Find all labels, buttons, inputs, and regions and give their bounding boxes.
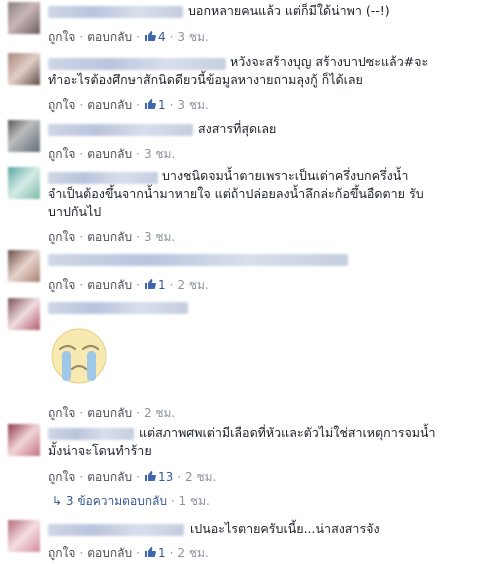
timestamp[interactable]: 3 ชม.	[144, 230, 175, 244]
timestamp[interactable]: 2 ชม.	[177, 546, 208, 560]
reply-link[interactable]: ตอบกลับ	[87, 30, 132, 44]
reply-link[interactable]: ตอบกลับ	[87, 470, 132, 484]
like-count[interactable]: 1	[144, 98, 166, 112]
commenter-name[interactable]	[48, 124, 193, 136]
thumbs-up-icon	[144, 279, 156, 289]
avatar[interactable]	[8, 2, 40, 34]
comment-actions: ถูกใจ · ตอบกลับ · 3 ชม.	[48, 230, 176, 244]
timestamp[interactable]: 3 ชม.	[144, 147, 175, 161]
like-count[interactable]: 13	[144, 470, 173, 484]
like-link[interactable]: ถูกใจ	[48, 278, 75, 292]
comment-feed: บอกหลายคนแล้ว แต่ก็มีใด้น่าพา (--!) ถูกใ…	[0, 0, 489, 564]
avatar[interactable]	[8, 250, 40, 282]
like-link[interactable]: ถูกใจ	[48, 406, 75, 420]
like-link[interactable]: ถูกใจ	[48, 230, 75, 244]
reply-link[interactable]: ตอบกลับ	[87, 98, 132, 112]
timestamp[interactable]: 2 ชม.	[185, 470, 216, 484]
reply-arrow-icon: ↳	[52, 494, 63, 508]
avatar[interactable]	[8, 120, 40, 152]
view-replies-link[interactable]: ↳ 3 ข้อความตอบกลับ · 1 ชม.	[52, 492, 210, 511]
comment-text: แต่สภาพศพเต่ามีเลือดที่หัวและตัวไม่ใช่สา…	[48, 425, 436, 458]
comment-text: เปนอะไรตายครับเนี้ย...น่าสงสารจัง	[190, 521, 380, 536]
reply-link[interactable]: ตอบกลับ	[87, 406, 132, 420]
avatar[interactable]	[8, 167, 40, 199]
timestamp[interactable]: 3 ชม.	[177, 98, 208, 112]
avatar[interactable]	[8, 520, 40, 552]
timestamp[interactable]: 2 ชม.	[177, 278, 208, 292]
reply-link[interactable]: ตอบกลับ	[87, 278, 132, 292]
commenter-name[interactable]	[48, 302, 188, 314]
replies-count[interactable]: 3 ข้อความตอบกลับ	[66, 494, 167, 508]
thumbs-up-icon	[144, 99, 156, 109]
timestamp[interactable]: 3 ชม.	[177, 30, 208, 44]
replies-time: 1 ชม.	[178, 494, 210, 508]
like-link[interactable]: ถูกใจ	[48, 30, 75, 44]
reply-link[interactable]: ตอบกลับ	[87, 147, 132, 161]
comment-actions: ถูกใจ · ตอบกลับ · 13 · 2 ชม.	[48, 470, 217, 484]
comment-text: บางชนิดจมน้ำตายเพราะเป็นเต่าครึ่งบกครึ่ง…	[48, 168, 424, 219]
commenter-name[interactable]	[48, 254, 348, 266]
comment-actions: ถูกใจ · ตอบกลับ · 4 · 3 ชม.	[48, 30, 209, 44]
commenter-name[interactable]	[48, 6, 183, 18]
reply-link[interactable]: ตอบกลับ	[87, 230, 132, 244]
thumbs-up-icon	[144, 471, 156, 481]
like-link[interactable]: ถูกใจ	[48, 546, 75, 560]
reply-link[interactable]: ตอบกลับ	[87, 546, 132, 560]
avatar[interactable]	[8, 424, 40, 456]
crying-face-sticker	[51, 328, 107, 384]
timestamp[interactable]: 2 ชม.	[144, 406, 175, 420]
comment-actions: ถูกใจ · ตอบกลับ · 3 ชม.	[48, 147, 176, 161]
comment-text: สงสารที่สุดเลย	[198, 121, 277, 136]
avatar[interactable]	[8, 53, 40, 85]
like-link[interactable]: ถูกใจ	[48, 147, 75, 161]
comment-text: หวังจะสร้างบุญ สร้างบาปซะแล้ว#จะทำอะไรต้…	[48, 54, 429, 87]
commenter-name[interactable]	[48, 524, 184, 536]
avatar[interactable]	[8, 298, 40, 330]
comment-actions: ถูกใจ · ตอบกลับ · 2 ชม.	[48, 406, 176, 420]
comment-actions: ถูกใจ · ตอบกลับ · 1 · 2 ชม.	[48, 278, 209, 292]
comment-actions: ถูกใจ · ตอบกลับ · 1 · 2 ชม.	[48, 546, 209, 560]
like-count[interactable]: 1	[144, 278, 166, 292]
like-link[interactable]: ถูกใจ	[48, 470, 75, 484]
like-count[interactable]: 1	[144, 546, 166, 560]
like-link[interactable]: ถูกใจ	[48, 98, 75, 112]
like-count[interactable]: 4	[144, 30, 166, 44]
thumbs-up-icon	[144, 547, 156, 557]
comment-text: บอกหลายคนแล้ว แต่ก็มีใด้น่าพา (--!)	[188, 3, 390, 18]
thumbs-up-icon	[144, 31, 156, 41]
comment-actions: ถูกใจ · ตอบกลับ · 1 · 3 ชม.	[48, 98, 209, 112]
